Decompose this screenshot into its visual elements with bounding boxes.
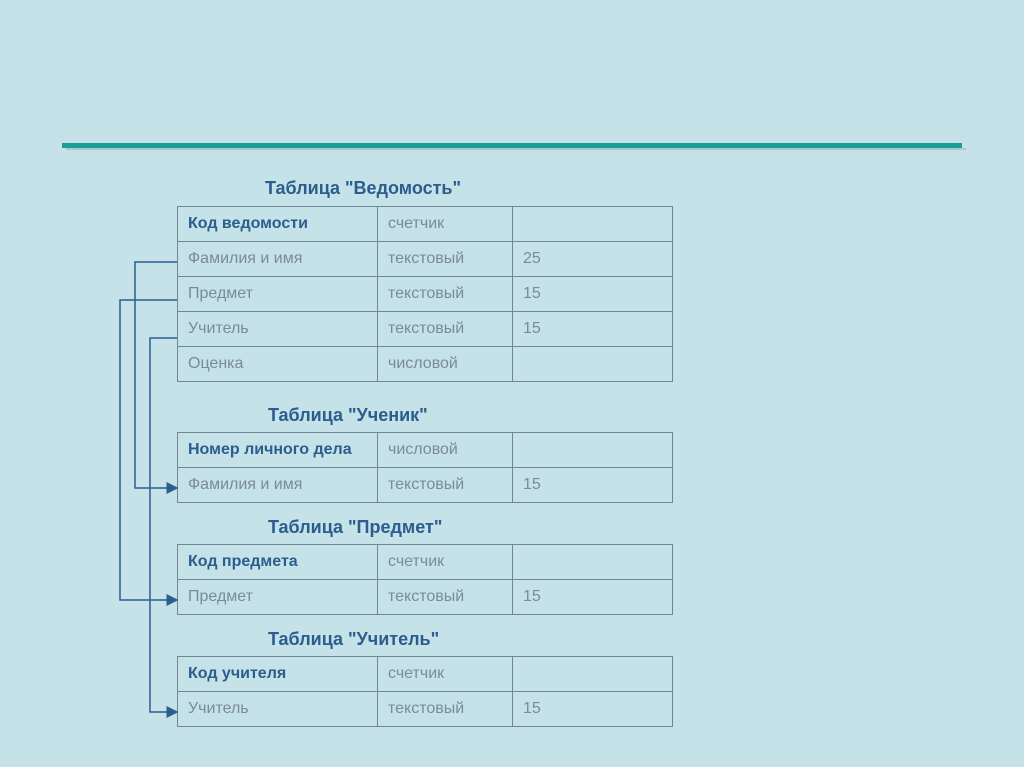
field-name: Код предмета <box>178 545 378 580</box>
table-row: Фамилия и имя текстовый 25 <box>178 242 673 277</box>
table-row: Учитель текстовый 15 <box>178 312 673 347</box>
schema-table-uchenik: Номер личного дела числовой Фамилия и им… <box>177 432 673 503</box>
field-size <box>513 347 673 382</box>
field-size: 15 <box>513 692 673 727</box>
field-type: текстовый <box>378 580 513 615</box>
field-size <box>513 545 673 580</box>
relationship-arrows <box>0 0 1024 767</box>
field-type: текстовый <box>378 468 513 503</box>
field-size: 15 <box>513 468 673 503</box>
field-name: Номер личного дела <box>178 433 378 468</box>
table-row: Код ведомости счетчик <box>178 207 673 242</box>
field-type: числовой <box>378 433 513 468</box>
table-row: Учитель текстовый 15 <box>178 692 673 727</box>
field-size <box>513 657 673 692</box>
field-type: текстовый <box>378 692 513 727</box>
field-type: счетчик <box>378 545 513 580</box>
field-size <box>513 207 673 242</box>
table-row: Предмет текстовый 15 <box>178 277 673 312</box>
table-row: Код предмета счетчик <box>178 545 673 580</box>
section-divider-shadow <box>66 148 966 150</box>
table-row: Код учителя счетчик <box>178 657 673 692</box>
table-row: Номер личного дела числовой <box>178 433 673 468</box>
field-type: счетчик <box>378 207 513 242</box>
schema-table-predmet: Код предмета счетчик Предмет текстовый 1… <box>177 544 673 615</box>
table-row: Оценка числовой <box>178 347 673 382</box>
schema-table-uchitel: Код учителя счетчик Учитель текстовый 15 <box>177 656 673 727</box>
field-type: текстовый <box>378 312 513 347</box>
schema-table-vedomost: Код ведомости счетчик Фамилия и имя текс… <box>177 206 673 382</box>
field-type: счетчик <box>378 657 513 692</box>
field-name: Фамилия и имя <box>178 242 378 277</box>
field-size: 15 <box>513 277 673 312</box>
field-name: Код ведомости <box>178 207 378 242</box>
table-row: Фамилия и имя текстовый 15 <box>178 468 673 503</box>
table-title-uchitel: Таблица "Учитель" <box>268 629 439 650</box>
field-size: 15 <box>513 580 673 615</box>
field-name: Учитель <box>178 312 378 347</box>
table-title-vedomost: Таблица "Ведомость" <box>265 178 461 199</box>
field-size <box>513 433 673 468</box>
table-row: Предмет текстовый 15 <box>178 580 673 615</box>
field-name: Оценка <box>178 347 378 382</box>
field-type: числовой <box>378 347 513 382</box>
field-size: 25 <box>513 242 673 277</box>
table-title-predmet: Таблица "Предмет" <box>268 517 442 538</box>
field-name: Фамилия и имя <box>178 468 378 503</box>
field-name: Код учителя <box>178 657 378 692</box>
field-name: Предмет <box>178 277 378 312</box>
field-type: текстовый <box>378 242 513 277</box>
field-name: Предмет <box>178 580 378 615</box>
table-title-uchenik: Таблица "Ученик" <box>268 405 428 426</box>
field-type: текстовый <box>378 277 513 312</box>
field-name: Учитель <box>178 692 378 727</box>
field-size: 15 <box>513 312 673 347</box>
